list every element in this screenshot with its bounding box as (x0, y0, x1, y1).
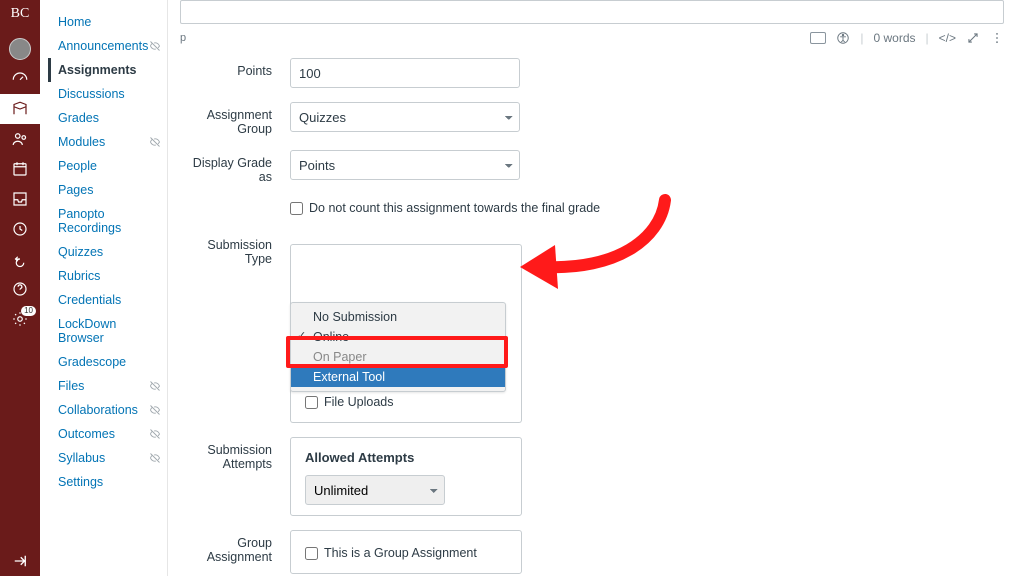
do-not-count-checkbox-row[interactable]: Do not count this assignment towards the… (290, 198, 600, 218)
nav-announcements[interactable]: Announcements (48, 34, 167, 58)
nav-quizzes[interactable]: Quizzes (48, 240, 167, 264)
nav-panopto[interactable]: Panopto Recordings (48, 202, 167, 240)
hidden-icon (149, 428, 161, 443)
account-menu[interactable] (0, 34, 40, 64)
submission-type-dropdown-menu: No Submission ✓Online On Paper External … (290, 302, 506, 392)
hidden-icon (149, 136, 161, 151)
display-grade-label: Display Grade as (180, 150, 290, 184)
group-assignment-panel: This is a Group Assignment (290, 530, 522, 574)
rte-element-path[interactable]: p (180, 32, 186, 44)
hidden-icon (149, 380, 161, 395)
nav-pages[interactable]: Pages (48, 178, 167, 202)
keyboard-shortcuts-icon[interactable] (810, 32, 826, 44)
nav-grades[interactable]: Grades (48, 106, 167, 130)
group-assignment-label: Group Assignment (180, 530, 290, 564)
inbox-icon[interactable] (0, 184, 40, 214)
nav-assignments[interactable]: Assignments (48, 58, 167, 82)
option-online[interactable]: ✓Online (291, 327, 505, 347)
institution-logo[interactable]: BC (11, 6, 30, 22)
do-not-count-checkbox[interactable] (290, 202, 303, 215)
option-external-tool[interactable]: External Tool (291, 367, 505, 387)
calendar-icon[interactable] (0, 154, 40, 184)
rte-statusbar: p | 0 words | </> (180, 28, 1004, 48)
do-not-count-label: Do not count this assignment towards the… (309, 201, 600, 215)
group-assignment-checkbox[interactable] (305, 547, 318, 560)
html-editor-toggle[interactable]: </> (939, 31, 956, 45)
points-label: Points (180, 58, 290, 78)
allowed-attempts-select[interactable]: Unlimited (305, 475, 445, 505)
badge-count: 10 (21, 306, 36, 316)
avatar (9, 38, 31, 60)
group-assignment-row[interactable]: This is a Group Assignment (305, 543, 507, 563)
allowed-attempts-title: Allowed Attempts (305, 450, 507, 465)
word-count[interactable]: 0 words (873, 31, 915, 45)
nav-modules[interactable]: Modules (48, 130, 167, 154)
nav-rubrics[interactable]: Rubrics (48, 264, 167, 288)
hidden-icon (149, 404, 161, 419)
file-uploads-row[interactable]: File Uploads (305, 392, 507, 412)
nav-outcomes[interactable]: Outcomes (48, 422, 167, 446)
courses-icon[interactable] (0, 94, 40, 124)
nav-lockdown[interactable]: LockDown Browser (48, 312, 167, 350)
rte-editor-area[interactable] (180, 0, 1004, 24)
groups-icon[interactable] (0, 124, 40, 154)
nav-collaborations[interactable]: Collaborations (48, 398, 167, 422)
assignment-group-select[interactable]: Quizzes (290, 102, 520, 132)
assignment-group-label: Assignment Group (180, 102, 290, 136)
assignment-edit-form: p | 0 words | </> Points Assignment Grou… (168, 0, 1024, 576)
commons-icon[interactable] (0, 244, 40, 274)
option-no-submission[interactable]: No Submission (291, 307, 505, 327)
global-nav-rail: BC 10 (0, 0, 40, 576)
resources-icon[interactable]: 10 (0, 304, 40, 334)
collapse-nav-icon[interactable] (0, 546, 40, 576)
nav-files[interactable]: Files (48, 374, 167, 398)
option-on-paper[interactable]: On Paper (291, 347, 505, 367)
nav-credentials[interactable]: Credentials (48, 288, 167, 312)
display-grade-select[interactable]: Points (290, 150, 520, 180)
help-icon[interactable] (0, 274, 40, 304)
hidden-icon (149, 40, 161, 55)
nav-settings[interactable]: Settings (48, 470, 167, 494)
more-options-icon[interactable] (990, 31, 1004, 45)
allowed-attempts-panel: Allowed Attempts Unlimited (290, 437, 522, 516)
points-input[interactable] (290, 58, 520, 88)
accessibility-checker-icon[interactable] (836, 31, 850, 45)
submission-attempts-label: Submission Attempts (180, 437, 290, 471)
nav-home[interactable]: Home (48, 10, 167, 34)
submission-type-label: Submission Type (180, 232, 290, 266)
dashboard-icon[interactable] (0, 64, 40, 94)
nav-discussions[interactable]: Discussions (48, 82, 167, 106)
file-uploads-checkbox[interactable] (305, 396, 318, 409)
nav-syllabus[interactable]: Syllabus (48, 446, 167, 470)
history-icon[interactable] (0, 214, 40, 244)
fullscreen-icon[interactable] (966, 31, 980, 45)
course-nav: Home Announcements Assignments Discussio… (40, 0, 168, 576)
nav-people[interactable]: People (48, 154, 167, 178)
nav-gradescope[interactable]: Gradescope (48, 350, 167, 374)
hidden-icon (149, 452, 161, 467)
